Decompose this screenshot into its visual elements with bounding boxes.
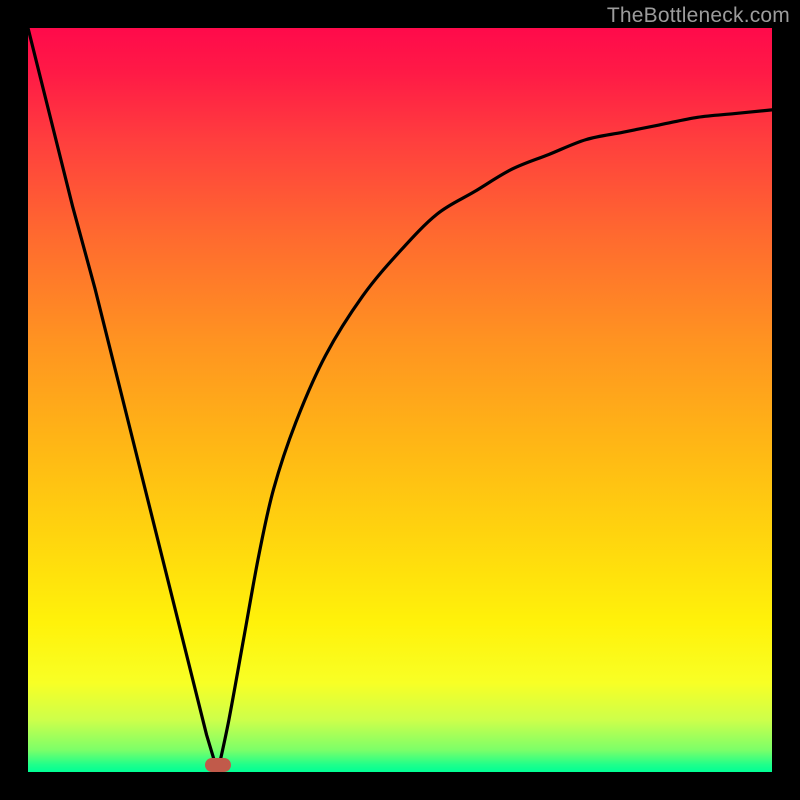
watermark-text: TheBottleneck.com bbox=[607, 4, 790, 28]
plot-area bbox=[28, 28, 772, 772]
plot-inner bbox=[28, 28, 772, 772]
minimum-marker bbox=[205, 758, 231, 772]
chart-frame: TheBottleneck.com bbox=[0, 0, 800, 800]
bottleneck-curve-path bbox=[28, 28, 772, 772]
curve-svg bbox=[28, 28, 772, 772]
